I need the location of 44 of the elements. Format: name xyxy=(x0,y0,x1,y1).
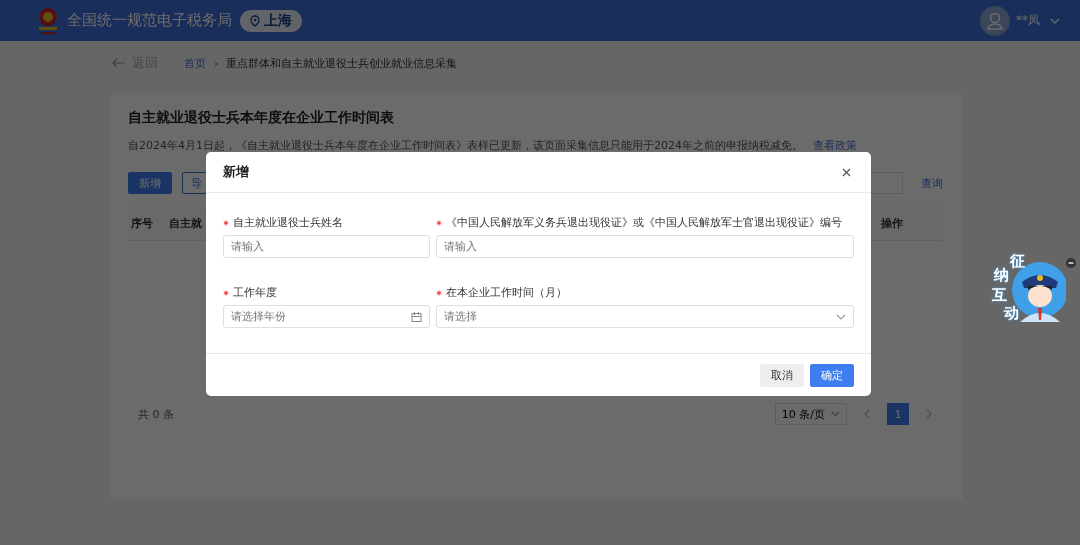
previous-page-icon[interactable] xyxy=(863,409,871,419)
field-label: 《中国人民解放军义务兵退出现役证》或《中国人民解放军士官退出现役证》编号 xyxy=(446,215,842,230)
field-label: 在本企业工作时间（月） xyxy=(446,285,567,300)
site-title: 全国统一规范电子税务局 xyxy=(67,11,232,30)
section-title: 自主就业退役士兵本年度在企业工作时间表 xyxy=(128,109,395,127)
column-header: 操作 xyxy=(881,215,903,231)
region-selector[interactable]: 上海 xyxy=(240,9,302,32)
select-field[interactable]: 请选择 xyxy=(436,305,854,328)
chevron-down-icon xyxy=(836,313,846,320)
page-size-select[interactable]: 10 条/页 xyxy=(774,403,847,425)
input-field[interactable]: 请输入 xyxy=(436,235,854,258)
policy-link[interactable]: 查看政策 xyxy=(813,139,857,152)
assistant-label-char: 动 xyxy=(1004,304,1019,323)
total-count: 共 0 条 xyxy=(138,406,174,422)
breadcrumb-link[interactable]: 首页 xyxy=(184,55,206,71)
calendar-icon xyxy=(411,311,422,322)
input-field[interactable]: 请输入 xyxy=(223,235,430,258)
next-page-icon[interactable] xyxy=(925,409,933,419)
breadcrumb-current: 重点群体和自主就业退役士兵创业就业信息采集 xyxy=(226,55,458,71)
toolbar-button[interactable]: 新增 xyxy=(128,172,172,194)
dialog-button[interactable]: 确定 xyxy=(810,363,854,387)
field-label: 工作年度 xyxy=(233,285,277,300)
chevron-down-icon xyxy=(831,411,840,417)
column-header: 自主就 xyxy=(169,215,202,231)
avatar-icon[interactable] xyxy=(980,5,1010,36)
query-link[interactable]: 查询 xyxy=(921,175,943,191)
dialog-button[interactable]: 取消 xyxy=(760,363,804,387)
assistant-label-char: 互 xyxy=(992,286,1007,305)
column-header: 序号 xyxy=(131,215,154,231)
notice-text: 自2024年4月1日起，《自主就业退役士兵本年度在企业工作时间表》表样已更新，该页面采集信息只能用于2024年之前的申报纳税减免。 xyxy=(128,139,803,152)
chevron-down-icon[interactable] xyxy=(1050,17,1060,24)
user-name[interactable]: **凤 xyxy=(1016,12,1040,29)
page-number-button[interactable]: 1 xyxy=(887,403,909,425)
breadcrumb-separator: › xyxy=(214,56,219,70)
arrow-left-icon xyxy=(112,58,126,68)
dialog-title: 新增 xyxy=(223,163,249,181)
assistant-label-char: 征 xyxy=(1010,252,1025,271)
close-icon[interactable] xyxy=(842,167,851,177)
assistant-widget[interactable]: 征 纳 互 动 xyxy=(990,252,1068,324)
field-label: 自主就业退役士兵姓名 xyxy=(233,215,343,230)
assistant-label-char: 纳 xyxy=(994,266,1009,285)
collapse-icon[interactable] xyxy=(1066,258,1076,268)
date-field[interactable]: 请选择年份 xyxy=(223,305,430,328)
location-pin-icon xyxy=(250,14,260,27)
